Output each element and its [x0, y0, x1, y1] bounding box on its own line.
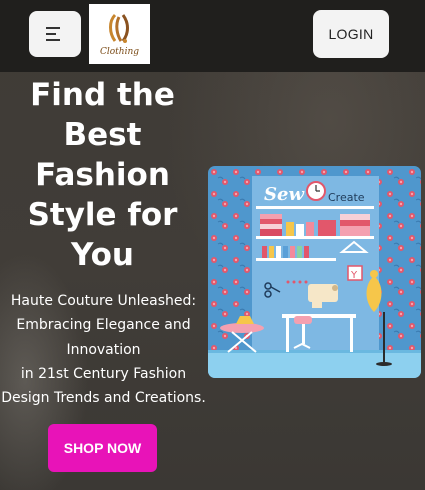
subtext-line: Haute Couture Unleashed:	[10, 293, 197, 309]
headline-line: You	[71, 237, 134, 273]
subtext-line: Embracing Elegance and	[16, 317, 191, 334]
headline-line: Find the	[30, 77, 175, 113]
subtext-line: Design Trends and Creations.	[1, 390, 206, 407]
brand-logo[interactable]: Clothing	[89, 4, 150, 64]
create-label: Create	[328, 191, 365, 204]
hero-headline: Find the Best Fashion Style for You	[0, 75, 205, 275]
logo-text: Clothing	[99, 47, 140, 57]
sew-label: Sew	[264, 184, 305, 205]
headline-line: Style for	[27, 197, 178, 233]
clothing-logo-icon	[108, 13, 129, 43]
top-navbar: Clothing LOGIN	[0, 0, 425, 72]
login-button[interactable]: LOGIN	[313, 10, 389, 58]
menu-button[interactable]	[29, 11, 81, 57]
sewing-room-illustration: Sew Create Y	[208, 166, 421, 378]
headline-line: Best	[63, 117, 142, 153]
hero-subtext: Haute Couture Unleashed: Embracing Elega…	[0, 289, 207, 410]
sewing-room-illustration-svg: Sew Create Y	[208, 166, 421, 378]
subtext-line: Innovation	[66, 341, 141, 358]
svg-text:Y: Y	[350, 270, 358, 281]
headline-line: Fashion	[35, 157, 170, 193]
subtext-line: in 21st Century Fashion	[20, 365, 187, 382]
shop-now-button[interactable]: SHOP NOW	[48, 424, 157, 472]
hamburger-menu-icon	[46, 27, 60, 41]
